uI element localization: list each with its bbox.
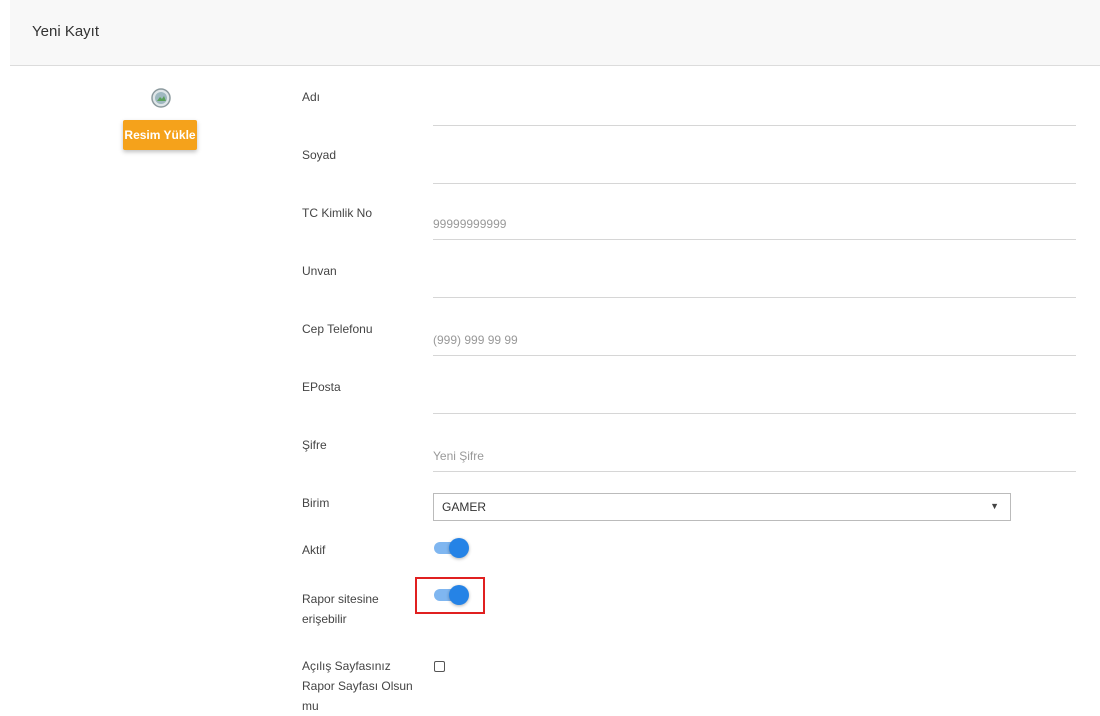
active-toggle[interactable] [433, 538, 471, 558]
email-label: EPosta [302, 380, 341, 394]
avatar-placeholder-icon [151, 88, 171, 108]
last-name-input[interactable] [433, 153, 1076, 183]
mobile-phone-field [433, 325, 1076, 356]
caret-down-icon: ▼ [990, 501, 999, 511]
highlight-box [415, 577, 485, 614]
homepage-report-label-line2: Rapor Sayfası Olsun [302, 679, 413, 693]
mobile-phone-label: Cep Telefonu [302, 322, 373, 336]
email-input[interactable] [433, 383, 1076, 413]
mobile-phone-input[interactable] [433, 325, 1076, 355]
last-name-label: Soyad [302, 148, 337, 162]
unit-label: Birim [302, 496, 330, 510]
password-field [433, 441, 1076, 472]
first-name-input[interactable] [433, 95, 1076, 125]
active-label: Aktif [302, 543, 326, 557]
unit-selected-value: GAMER [442, 500, 487, 514]
report-access-label-line2: erişebilir [302, 612, 347, 626]
first-name-field [433, 95, 1076, 126]
page-title: Yeni Kayıt [32, 23, 99, 40]
homepage-report-label-line3: mu [302, 699, 319, 713]
title-input[interactable] [433, 267, 1076, 297]
page-header: Yeni Kayıt [10, 0, 1100, 66]
homepage-report-checkbox[interactable] [434, 661, 445, 672]
toggle-knob [449, 538, 469, 558]
upload-photo-button[interactable]: Resim Yükle [123, 120, 197, 150]
tc-id-input[interactable] [433, 209, 1076, 239]
title-label: Unvan [302, 264, 337, 278]
tc-id-field [433, 209, 1076, 240]
tc-id-label: TC Kimlik No [302, 206, 373, 220]
password-label: Şifre [302, 438, 327, 452]
unit-select[interactable]: GAMER ▼ [433, 493, 1011, 521]
last-name-field [433, 153, 1076, 184]
first-name-label: Adı [302, 90, 321, 104]
password-input[interactable] [433, 441, 1076, 471]
report-access-label-line1: Rapor sitesine [302, 592, 379, 606]
homepage-report-label-line1: Açılış Sayfasınız [302, 659, 391, 673]
title-field [433, 267, 1076, 298]
email-field [433, 383, 1076, 414]
